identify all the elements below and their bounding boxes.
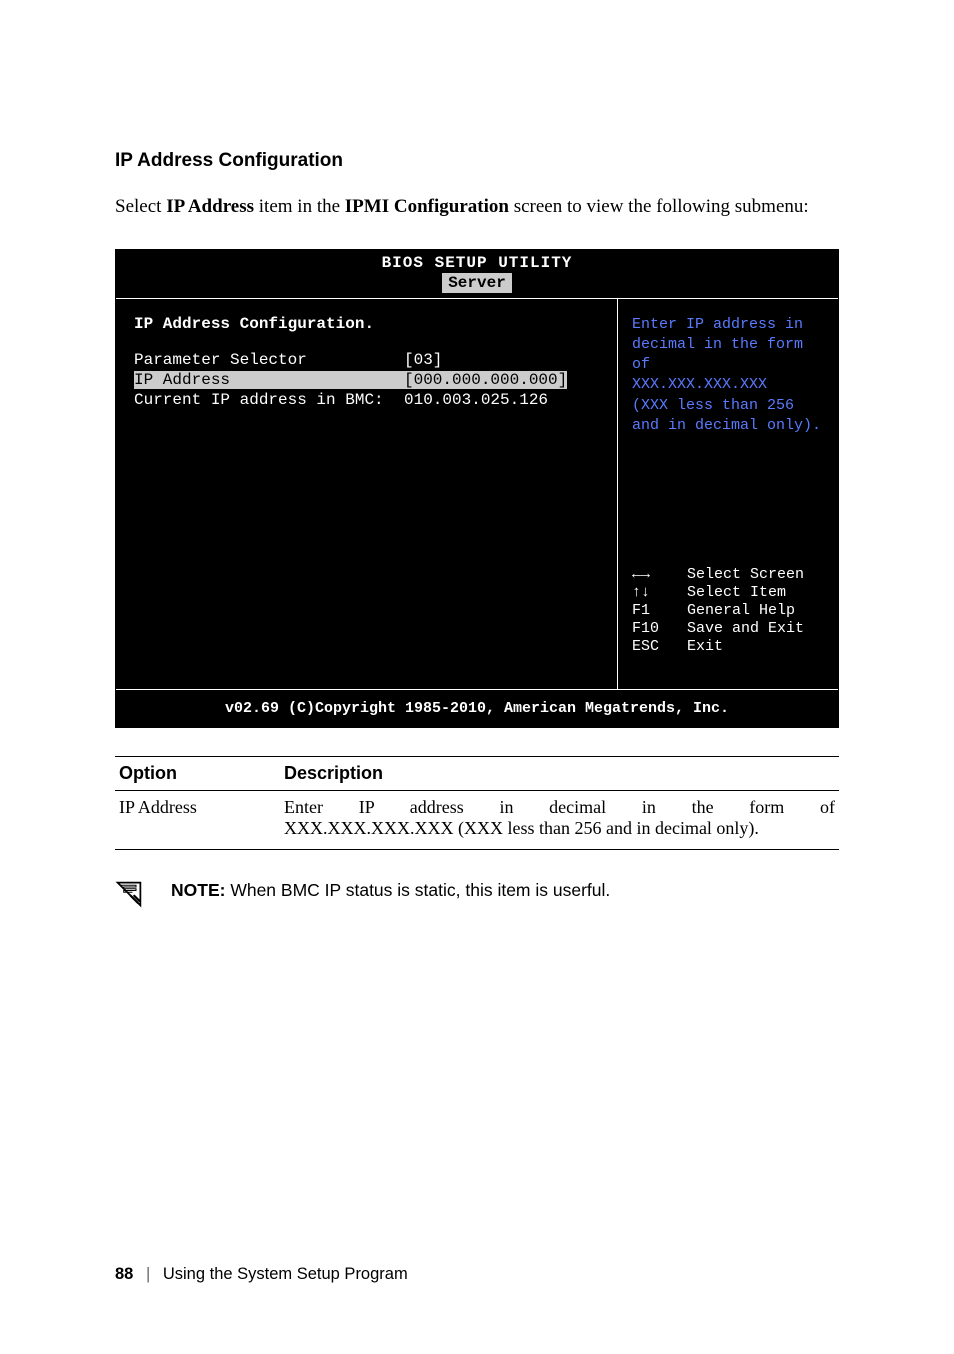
page-number: 88	[115, 1265, 133, 1283]
key-desc: General Help	[687, 602, 795, 619]
key: ←→	[632, 566, 687, 583]
bios-right-panel: Enter IP address in decimal in the form …	[618, 299, 838, 689]
bios-help-text: Enter IP address in decimal in the form …	[632, 315, 826, 437]
cell-option: IP Address	[115, 790, 280, 849]
page-footer: 88 | Using the System Setup Program	[115, 1265, 408, 1284]
bios-body: IP Address Configuration. Parameter Sele…	[116, 299, 838, 689]
key-row: ←→Select Screen	[632, 566, 826, 583]
key-row: ↑↓Select Item	[632, 584, 826, 601]
key-row: F10Save and Exit	[632, 620, 826, 637]
bios-tab-server: Server	[442, 273, 512, 293]
help-line: and in decimal only).	[632, 416, 826, 436]
section-heading: IP Address Configuration	[115, 150, 839, 172]
help-line: decimal in the form of	[632, 335, 826, 376]
bios-title: BIOS SETUP UTILITY	[116, 250, 838, 272]
intro-paragraph: Select IP Address item in the IPMI Confi…	[115, 194, 839, 221]
desc-line: Enter IP address in decimal in the form …	[284, 797, 835, 818]
row-value: [000.000.000.000]	[404, 371, 567, 389]
bios-tab-row: Server	[116, 272, 838, 299]
intro-mid: item in the	[254, 196, 345, 217]
key-desc: Save and Exit	[687, 620, 804, 637]
note-text: NOTE: When BMC IP status is static, this…	[171, 880, 610, 901]
key: F1	[632, 602, 687, 619]
intro-bold-1: IP Address	[166, 196, 254, 217]
key: ↑↓	[632, 584, 687, 601]
key-row: ESCExit	[632, 638, 826, 655]
cell-description: Enter IP address in decimal in the form …	[280, 790, 839, 849]
intro-pre: Select	[115, 196, 166, 217]
row-label: IP Address	[134, 371, 404, 389]
bios-panel-title: IP Address Configuration.	[134, 315, 607, 333]
bios-row-current-ip: Current IP address in BMC: 010.003.025.1…	[134, 391, 607, 409]
desc-line: XXX.XXX.XXX.XXX (XXX less than 256 and i…	[284, 818, 835, 839]
footer-section: Using the System Setup Program	[163, 1265, 408, 1283]
row-value: [03]	[404, 351, 442, 369]
bios-footer: v02.69 (C)Copyright 1985-2010, American …	[116, 689, 838, 727]
note-block: NOTE: When BMC IP status is static, this…	[115, 880, 839, 908]
row-label: Current IP address in BMC:	[134, 391, 404, 409]
note-label: NOTE:	[171, 880, 225, 900]
options-table: Option Description IP Address Enter IP a…	[115, 756, 839, 850]
key-desc: Select Item	[687, 584, 786, 601]
row-value: 010.003.025.126	[404, 391, 548, 409]
help-line: Enter IP address in	[632, 315, 826, 335]
key: F10	[632, 620, 687, 637]
key-row: F1General Help	[632, 602, 826, 619]
help-line: (XXX less than 256	[632, 396, 826, 416]
footer-separator: |	[146, 1265, 150, 1283]
col-header-description: Description	[280, 756, 839, 790]
key: ESC	[632, 638, 687, 655]
key-desc: Exit	[687, 638, 723, 655]
table-row: IP Address Enter IP address in decimal i…	[115, 790, 839, 849]
key-desc: Select Screen	[687, 566, 804, 583]
help-line: XXX.XXX.XXX.XXX	[632, 375, 826, 395]
note-body: When BMC IP status is static, this item …	[225, 880, 610, 900]
bios-key-legend: ←→Select Screen ↑↓Select Item F1General …	[632, 566, 826, 655]
bios-row-ip-address: IP Address [000.000.000.000]	[134, 371, 607, 389]
bios-screenshot: BIOS SETUP UTILITY Server IP Address Con…	[115, 249, 839, 728]
bios-left-panel: IP Address Configuration. Parameter Sele…	[116, 299, 618, 689]
col-header-option: Option	[115, 756, 280, 790]
note-icon	[115, 880, 143, 908]
intro-bold-2: IPMI Configuration	[345, 196, 509, 217]
intro-post: screen to view the following submenu:	[509, 196, 809, 217]
row-label: Parameter Selector	[134, 351, 404, 369]
bios-row-parameter-selector: Parameter Selector [03]	[134, 351, 607, 369]
